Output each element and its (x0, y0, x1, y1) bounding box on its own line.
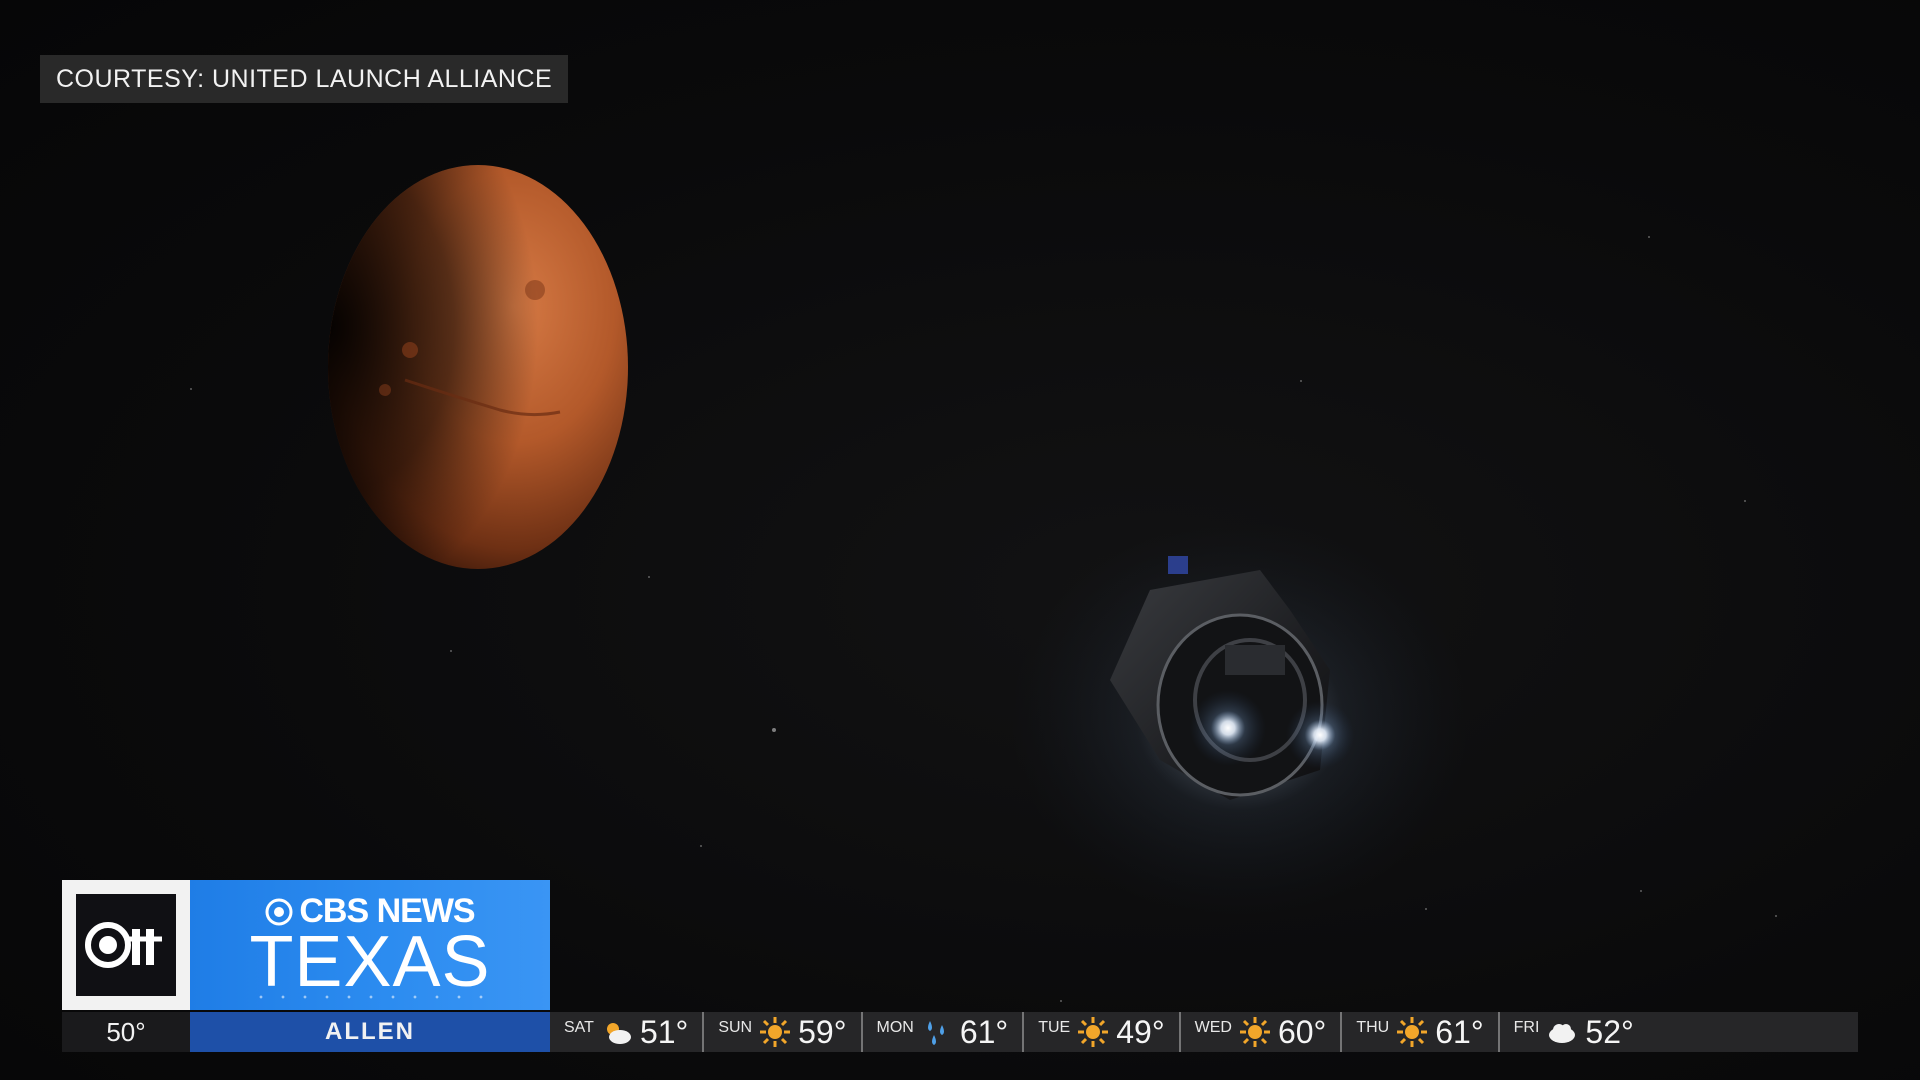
forecast-temp: 59° (798, 1014, 847, 1050)
forecast-day: SUN (718, 1019, 753, 1036)
partly-cloudy-icon (600, 1015, 634, 1049)
forecast-day: THU (1356, 1019, 1390, 1036)
sun-icon (1076, 1015, 1110, 1049)
forecast-mon: MON 61° (863, 1012, 1025, 1052)
forecast-temp: 61° (1435, 1014, 1484, 1050)
sun-icon (1238, 1015, 1272, 1049)
forecast-tue: TUE 49° (1024, 1012, 1181, 1052)
forecast-sat: SAT 51° (550, 1012, 705, 1052)
courtesy-label: COURTESY: UNITED LAUNCH ALLIANCE (40, 55, 569, 103)
rain-icon (920, 1015, 954, 1049)
sun-icon (758, 1015, 792, 1049)
brand-dots (250, 994, 490, 1000)
sun-icon (1395, 1015, 1429, 1049)
mars-planet (328, 165, 628, 569)
forecast-temp: 60° (1277, 1014, 1327, 1050)
forecast-day: TUE (1038, 1019, 1071, 1036)
spacecraft (1010, 520, 1470, 920)
forecast-temp: 49° (1116, 1014, 1165, 1050)
forecast-day: WED (1194, 1019, 1232, 1036)
brand-bottom-text: TEXAS (249, 922, 491, 1002)
channel-logo (62, 880, 190, 1010)
forecast-temp: 51° (639, 1014, 689, 1050)
brand-banner: CBS NEWS TEXAS (190, 880, 550, 1010)
forecast-temp: 61° (959, 1014, 1009, 1050)
current-temperature: 50° (62, 1012, 190, 1052)
forecast-day: FRI (1513, 1019, 1540, 1036)
current-city: ALLEN (190, 1012, 550, 1052)
forecast-thu: THU 61° (1342, 1012, 1500, 1052)
forecast-sun: SUN 59° (704, 1012, 863, 1052)
forecast-day: SAT (564, 1019, 594, 1036)
forecast-temp: 52° (1585, 1014, 1634, 1050)
forecast-wed: WED 60° (1181, 1012, 1343, 1052)
cloud-icon (1545, 1015, 1579, 1049)
cbs11-logo-icon (76, 894, 176, 996)
forecast-bar: SAT 51° SUN 59° MON 61° TUE 49° WED 60° … (550, 1012, 1858, 1052)
forecast-fri: FRI 52° (1500, 1012, 1648, 1052)
forecast-day: MON (876, 1019, 914, 1036)
